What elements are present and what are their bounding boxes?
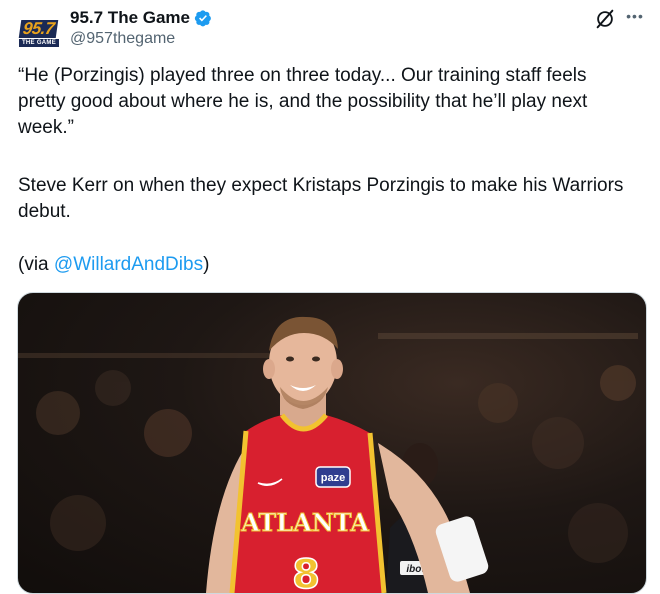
- via-prefix: (via: [18, 254, 54, 275]
- account-avatar[interactable]: 95.7 THE GAME: [18, 12, 60, 54]
- via-suffix: ): [203, 254, 210, 275]
- grok-icon[interactable]: [594, 8, 616, 30]
- tweet-via-line: (via @WillardAndDibs): [18, 252, 638, 278]
- mention-link[interactable]: @WillardAndDibs: [54, 254, 203, 275]
- more-options-icon[interactable]: •••: [624, 6, 646, 28]
- display-name[interactable]: 95.7 The Game: [70, 8, 190, 28]
- account-handle[interactable]: @957thegame: [70, 30, 175, 48]
- tweet-context-paragraph: Steve Kerr on when they expect Kristaps …: [18, 175, 624, 222]
- tweet-media-photo[interactable]: ibotta paze ATLANTA 8: [17, 292, 647, 594]
- verified-badge-icon: [194, 10, 211, 27]
- jersey-number: 8: [292, 552, 320, 593]
- jersey-team-name: ATLANTA: [240, 508, 369, 537]
- avatar-logo-subtext: THE GAME: [18, 38, 60, 47]
- avatar-logo-number: 95.7: [19, 19, 59, 38]
- tweet-quote-paragraph: “He (Porzingis) played three on three to…: [18, 65, 588, 138]
- jersey-patch-label: paze: [321, 472, 345, 484]
- account-name-row[interactable]: 95.7 The Game: [70, 8, 212, 28]
- player-photo-illustration: ibotta paze ATLANTA 8: [18, 316, 638, 593]
